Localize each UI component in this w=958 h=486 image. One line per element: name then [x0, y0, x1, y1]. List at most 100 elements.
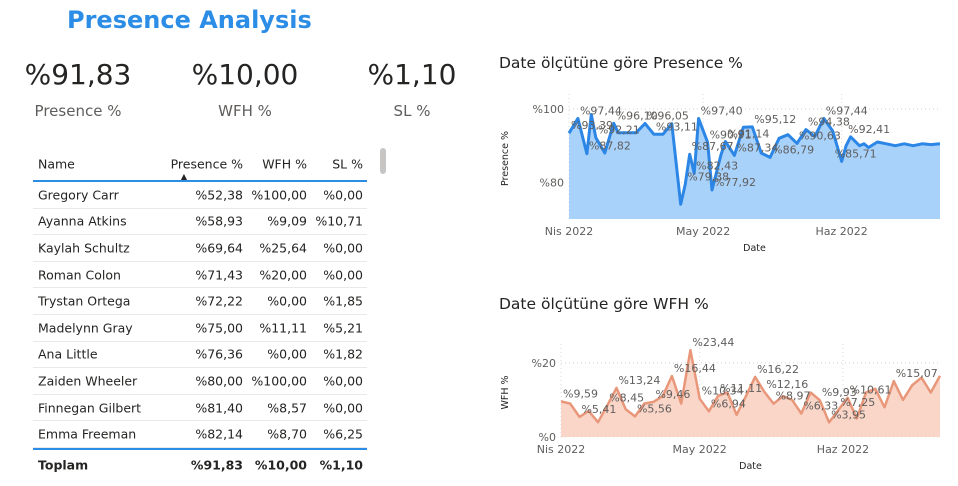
header-sl[interactable]: SL % — [332, 156, 363, 171]
cell-sl: %0,00 — [323, 240, 363, 256]
total-label: Toplam — [38, 457, 89, 473]
data-label: %6,94 — [711, 397, 746, 410]
cell-sl: %0,00 — [323, 187, 363, 203]
sort-desc-icon[interactable]: ▲ — [181, 172, 187, 181]
data-label: %15,07 — [896, 367, 938, 380]
y-axis-title: Presence % — [500, 131, 511, 186]
data-label: %3,95 — [831, 408, 866, 421]
cell-wfh: %100,00 — [251, 373, 307, 389]
x-tick-label: May 2022 — [676, 225, 730, 238]
cell-name: Gregory Carr — [38, 187, 119, 203]
data-label: %87,82 — [589, 140, 631, 153]
cell-sl: %5,21 — [323, 320, 363, 336]
cell-sl: %0,00 — [323, 400, 363, 416]
data-label: %92,21 — [598, 124, 640, 137]
presence-table: Name Presence % ▲ WFH % SL % Gregory Car… — [33, 147, 367, 480]
data-label: %92,41 — [848, 123, 890, 136]
cell-presence: %72,22 — [195, 293, 243, 309]
table-body: Gregory Carr %52,38 %100,00 %0,00 Ayanna Atk… — [33, 182, 367, 448]
cell-name: Ayanna Atkins — [38, 213, 127, 229]
cell-wfh: %0,00 — [267, 293, 307, 309]
total-presence: %91,83 — [190, 457, 243, 473]
cell-wfh: %11,11 — [259, 320, 307, 336]
kpi-sl-value: %1,10 — [367, 58, 457, 91]
table-row[interactable]: Trystan Ortega %72,22 %0,00 %1,85 — [33, 288, 367, 315]
table-row[interactable]: Emma Freeman %82,14 %8,70 %6,25 — [33, 421, 367, 448]
data-label: %87,67 — [692, 140, 734, 153]
x-tick-label: Haz 2022 — [817, 443, 869, 456]
data-label: %93,11 — [656, 120, 698, 133]
presence-chart-title: Date ölçütüne göre Presence % — [499, 54, 743, 72]
x-tick-label: Nis 2022 — [537, 443, 586, 456]
header-presence[interactable]: Presence % — [171, 156, 243, 171]
data-label: %85,71 — [835, 147, 877, 160]
kpi-wfh-label: WFH % — [218, 102, 272, 120]
kpi-presence-value: %91,83 — [24, 58, 132, 91]
y-tick-label: %100 — [533, 103, 564, 116]
cell-presence: %75,00 — [195, 320, 243, 336]
table-row[interactable]: Ayanna Atkins %58,93 %9,09 %10,71 — [33, 209, 367, 236]
cell-presence: %71,43 — [195, 267, 243, 283]
cell-wfh: %100,00 — [251, 187, 307, 203]
x-tick-label: May 2022 — [673, 443, 727, 456]
table-row[interactable]: Finnegan Gilbert %81,40 %8,57 %0,00 — [33, 395, 367, 422]
header-wfh[interactable]: WFH % — [262, 156, 307, 171]
kpi-presence-label: Presence % — [34, 102, 122, 120]
data-label: %5,56 — [637, 402, 672, 415]
cell-presence: %58,93 — [195, 213, 243, 229]
data-label: %11,11 — [720, 382, 762, 395]
data-label: %82,43 — [696, 159, 738, 172]
kpi-sl-label: SL % — [393, 102, 431, 120]
cell-sl: %0,00 — [323, 267, 363, 283]
y-tick-label: %20 — [532, 357, 556, 370]
data-label: %97,40 — [701, 105, 743, 118]
x-axis-title: Date — [739, 461, 762, 472]
y-axis-title: WFH % — [500, 375, 511, 409]
cell-wfh: %0,00 — [267, 346, 307, 362]
table-row[interactable]: Madelynn Gray %75,00 %11,11 %5,21 — [33, 315, 367, 342]
cell-presence: %82,14 — [195, 426, 243, 442]
presence-chart: %100%80%93,39%97,44%87,82%92,21%96,10%96… — [500, 94, 941, 254]
cell-name: Kaylah Schultz — [38, 240, 130, 256]
cell-wfh: %8,70 — [267, 426, 307, 442]
data-label: %16,22 — [757, 363, 799, 376]
table-row[interactable]: Gregory Carr %52,38 %100,00 %0,00 — [33, 182, 367, 209]
data-label: %5,41 — [581, 403, 616, 416]
table-scrollbar[interactable] — [380, 148, 386, 174]
cell-presence: %69,64 — [195, 240, 243, 256]
cell-name: Trystan Ortega — [38, 293, 131, 309]
cell-sl: %1,85 — [323, 293, 363, 309]
table-row[interactable]: Roman Colon %71,43 %20,00 %0,00 — [33, 262, 367, 289]
cell-presence: %80,00 — [195, 373, 243, 389]
data-label: %90,63 — [799, 129, 841, 142]
table-row[interactable]: Kaylah Schultz %69,64 %25,64 %0,00 — [33, 235, 367, 262]
table-total-row: Toplam %91,83 %10,00 %1,10 — [33, 447, 367, 480]
data-label: %9,46 — [655, 388, 690, 401]
data-label: %23,44 — [692, 336, 734, 349]
data-label: %16,44 — [674, 362, 716, 375]
total-wfh: %10,00 — [254, 457, 307, 473]
data-label: %97,44 — [826, 104, 868, 117]
data-label: %9,59 — [563, 387, 598, 400]
cell-presence: %76,36 — [195, 346, 243, 362]
cell-name: Ana Little — [38, 346, 98, 362]
data-label: %13,24 — [618, 374, 660, 387]
cell-name: Finnegan Gilbert — [38, 400, 142, 416]
table-row[interactable]: Zaiden Wheeler %80,00 %100,00 %0,00 — [33, 368, 367, 395]
table-row[interactable]: Ana Little %76,36 %0,00 %1,82 — [33, 342, 367, 369]
data-label: %91,14 — [727, 127, 769, 140]
cell-name: Roman Colon — [38, 267, 121, 283]
x-tick-label: Nis 2022 — [545, 225, 594, 238]
cell-wfh: %20,00 — [259, 267, 307, 283]
header-name[interactable]: Name — [38, 156, 75, 171]
cell-sl: %1,82 — [323, 346, 363, 362]
cell-wfh: %9,09 — [267, 213, 307, 229]
cell-name: Emma Freeman — [38, 426, 137, 442]
cell-sl: %0,00 — [323, 373, 363, 389]
cell-wfh: %8,57 — [267, 400, 307, 416]
x-axis-title: Date — [743, 243, 766, 254]
kpi-wfh-value: %10,00 — [191, 58, 299, 91]
cell-name: Zaiden Wheeler — [38, 373, 138, 389]
page-title: Presence Analysis — [67, 6, 312, 34]
data-label: %95,12 — [754, 113, 796, 126]
